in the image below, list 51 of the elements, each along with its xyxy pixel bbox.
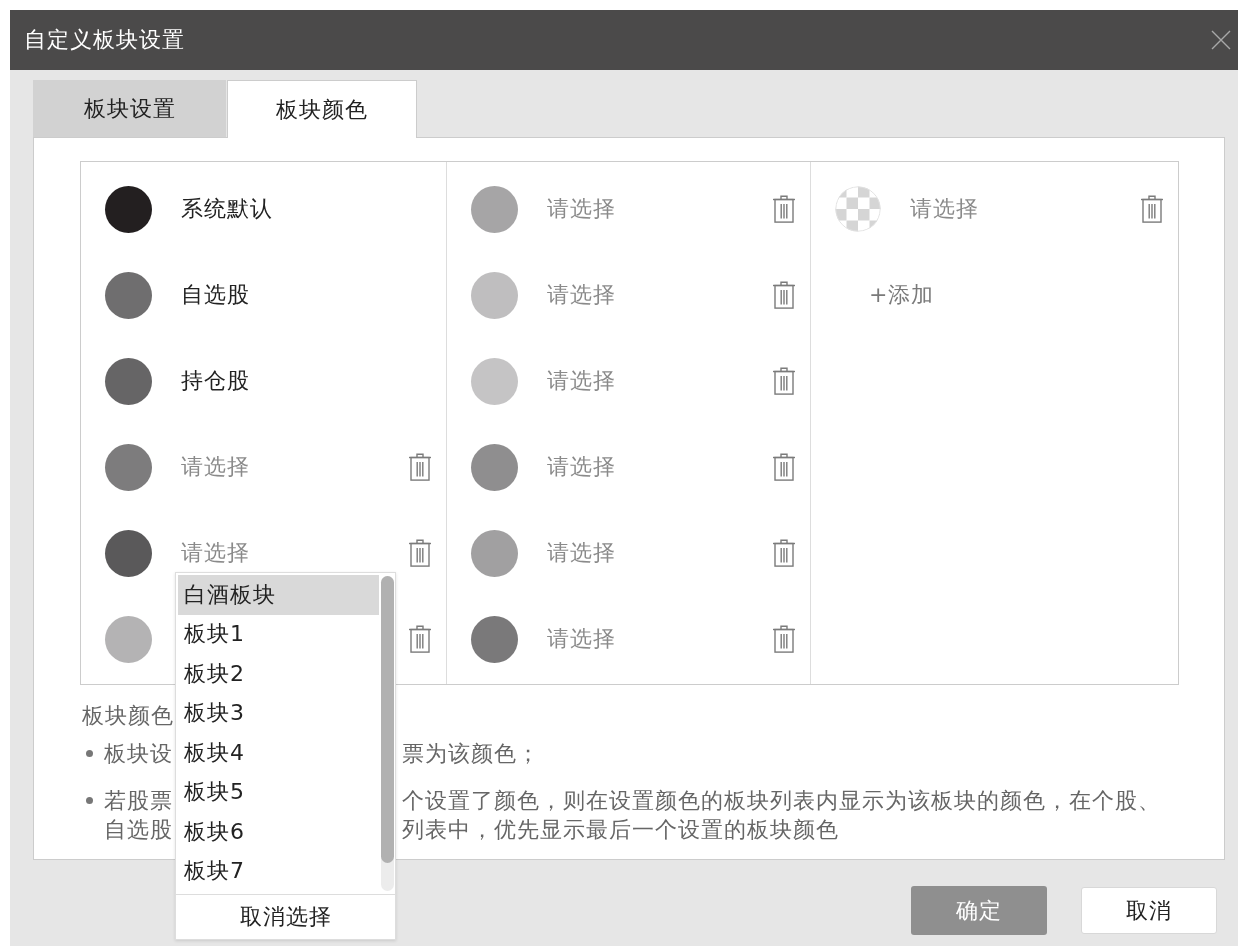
trash-icon[interactable] — [772, 367, 796, 395]
add-link[interactable]: +添加 — [869, 280, 935, 310]
color-swatch-icon[interactable] — [471, 271, 518, 319]
note-text: 列表中，优先显示最后一个设置的板块颜色 — [402, 815, 839, 844]
notes-title: 板块颜色 — [82, 701, 174, 730]
sector-name: 系统默认 — [181, 195, 273, 223]
color-swatch-icon[interactable] — [471, 443, 518, 491]
color-swatch-icon[interactable] — [471, 185, 518, 233]
close-icon[interactable] — [1211, 30, 1231, 50]
color-swatch-icon[interactable] — [105, 529, 152, 577]
dropdown-option[interactable]: 板块3 — [178, 693, 379, 733]
tab[interactable]: 板块颜色 — [227, 80, 417, 138]
checkered-swatch-icon[interactable] — [835, 186, 881, 232]
color-swatch-icon[interactable] — [105, 615, 152, 663]
trash-icon[interactable] — [772, 281, 796, 309]
color-swatch-icon[interactable] — [105, 271, 152, 319]
color-swatch-icon[interactable] — [471, 529, 518, 577]
sector-name: 自选股 — [181, 281, 250, 309]
clear-selection-button[interactable]: 取消选择 — [176, 894, 395, 939]
trash-icon[interactable] — [408, 453, 432, 481]
dropdown-option[interactable]: 板块7 — [178, 851, 379, 891]
color-swatch-icon[interactable] — [105, 185, 152, 233]
color-swatch-icon[interactable] — [105, 443, 152, 491]
bullet-icon — [86, 750, 93, 757]
note-text: 个设置了颜色，则在设置颜色的板块列表内显示为该板块的颜色，在个股、 — [402, 786, 1161, 815]
trash-icon[interactable] — [408, 539, 432, 567]
trash-icon[interactable] — [772, 625, 796, 653]
dropdown-option[interactable]: 板块2 — [178, 654, 379, 694]
trash-icon[interactable] — [772, 539, 796, 567]
color-swatch-icon[interactable] — [471, 357, 518, 405]
dropdown-option[interactable]: 白酒板块 — [178, 575, 379, 615]
dropdown-option[interactable]: 板块1 — [178, 614, 379, 654]
note-text: 票为该颜色； — [402, 739, 540, 768]
window-title: 自定义板块设置 — [24, 26, 185, 54]
dropdown-option[interactable]: 板块6 — [178, 812, 379, 852]
color-swatch-icon[interactable] — [471, 615, 518, 663]
note-text: 自选股 — [104, 816, 173, 842]
dropdown-option[interactable]: 板块5 — [178, 772, 379, 812]
trash-icon[interactable] — [772, 453, 796, 481]
trash-icon[interactable] — [772, 195, 796, 223]
tab[interactable]: 板块设置 — [33, 80, 226, 137]
note-text: 板块设 — [104, 740, 173, 766]
color-swatch-icon[interactable] — [105, 357, 152, 405]
trash-icon[interactable] — [408, 625, 432, 653]
note-text: 若股票 — [104, 787, 173, 813]
trash-icon[interactable] — [1140, 195, 1164, 223]
sector-name: 持仓股 — [181, 367, 250, 395]
cancel-button[interactable]: 取消 — [1081, 887, 1217, 934]
bullet-icon — [86, 797, 93, 804]
dropdown-option[interactable]: 板块4 — [178, 733, 379, 773]
scrollbar[interactable] — [381, 576, 394, 891]
